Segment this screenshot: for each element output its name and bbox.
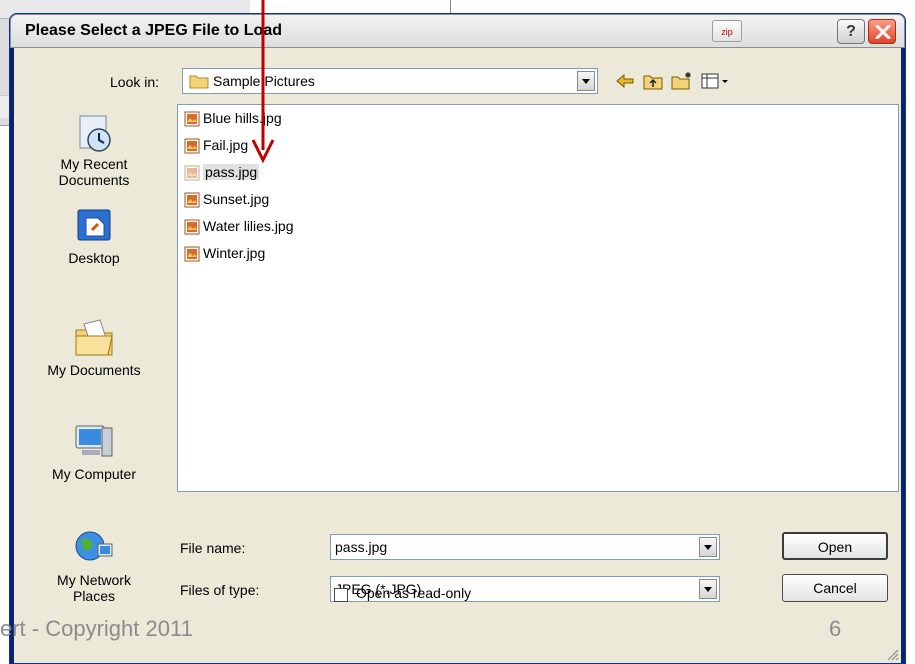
chevron-down-icon[interactable]: [699, 537, 717, 557]
slide-page-number: 6: [829, 616, 842, 641]
cancel-button[interactable]: Cancel: [782, 574, 888, 602]
chevron-down-icon[interactable]: [577, 71, 595, 91]
list-item[interactable]: Water lilies.jpg: [184, 215, 294, 237]
jpeg-file-icon: [184, 192, 200, 208]
list-item-selected[interactable]: pass.jpg: [184, 161, 260, 183]
place-label: Desktop: [68, 250, 120, 266]
dialog-body: Look in: Sample Pictures My Recent Docum…: [14, 48, 901, 663]
place-label: My Recent Documents: [58, 156, 130, 188]
file-list[interactable]: Blue hills.jpg Fail.jpg pass.jpg Sunset.…: [177, 104, 899, 492]
back-icon[interactable]: [615, 72, 635, 90]
dialog-title: Please Select a JPEG File to Load: [25, 22, 282, 39]
place-desktop[interactable]: Desktop: [14, 204, 174, 266]
my-computer-icon: [75, 425, 113, 457]
file-name: Fail.jpg: [203, 137, 249, 153]
file-name: Blue hills.jpg: [203, 110, 282, 126]
resize-grip-icon[interactable]: [885, 647, 899, 661]
view-menu-icon[interactable]: [701, 72, 729, 90]
list-item[interactable]: Fail.jpg: [184, 134, 248, 156]
desktop-icon: [77, 209, 111, 241]
my-documents-icon: [75, 319, 113, 356]
close-button[interactable]: [868, 19, 896, 44]
file-name: pass.jpg: [203, 164, 260, 180]
help-button[interactable]: ?: [837, 19, 865, 44]
network-places-icon: [75, 531, 113, 561]
place-my-recent-documents[interactable]: My Recent Documents: [14, 110, 174, 188]
list-item[interactable]: Sunset.jpg: [184, 188, 269, 210]
look-in-value: Sample Pictures: [213, 73, 315, 89]
background-window-edge: [450, 0, 915, 14]
slide-footer-copyright: ert - Copyright 2011: [0, 616, 193, 641]
file-name-label: File name:: [180, 540, 246, 556]
read-only-label: Open as read-only: [356, 585, 472, 601]
place-label: My Computer: [51, 466, 137, 482]
file-name-input[interactable]: pass.jpg: [330, 534, 720, 560]
jpeg-file-icon: [184, 138, 200, 154]
place-label: My Network Places: [57, 572, 131, 604]
new-folder-icon[interactable]: [671, 72, 693, 90]
read-only-checkbox[interactable]: [334, 588, 348, 602]
place-my-documents[interactable]: My Documents: [14, 316, 174, 378]
chevron-down-icon[interactable]: [699, 579, 717, 599]
file-open-dialog: Please Select a JPEG File to Load zip ? …: [10, 14, 905, 663]
file-name: Water lilies.jpg: [203, 218, 294, 234]
recent-documents-icon: [79, 115, 111, 152]
jpeg-file-icon: [184, 246, 200, 262]
place-my-computer[interactable]: My Computer: [14, 420, 174, 482]
file-type-label: Files of type:: [180, 582, 260, 598]
title-bar: Please Select a JPEG File to Load zip ?: [10, 14, 905, 48]
file-name-value: pass.jpg: [335, 539, 388, 555]
look-in-label: Look in:: [110, 74, 160, 90]
folder-icon: [189, 75, 209, 89]
place-my-network-places[interactable]: My Network Places: [14, 526, 174, 604]
places-bar: My Recent Documents Desktop My Documents: [14, 104, 174, 664]
jpeg-file-icon: [184, 219, 200, 235]
jpeg-file-icon: [184, 165, 200, 181]
look-in-dropdown[interactable]: Sample Pictures: [182, 68, 598, 94]
zip-button[interactable]: zip: [712, 20, 742, 42]
close-icon: [875, 25, 891, 39]
up-folder-icon[interactable]: [643, 72, 663, 90]
open-button[interactable]: Open: [782, 532, 888, 560]
file-name: Winter.jpg: [203, 245, 266, 261]
list-item[interactable]: Winter.jpg: [184, 242, 265, 264]
file-name: Sunset.jpg: [203, 191, 270, 207]
jpeg-file-icon: [184, 111, 200, 127]
place-label: My Documents: [47, 362, 141, 378]
list-item[interactable]: Blue hills.jpg: [184, 107, 282, 129]
